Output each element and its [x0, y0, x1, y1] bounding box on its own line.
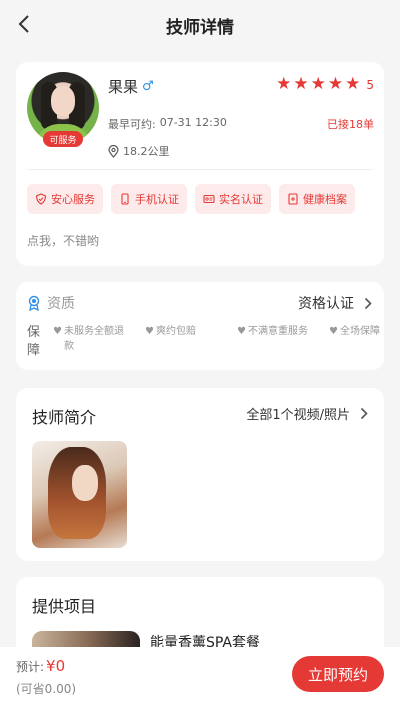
guarantee-list: 保障 ♥ 未服务全额退款 ♥ 爽约包赔 ♥ 不满意重服务 ♥ 全场保障 — [27, 324, 399, 360]
available-time: 07-31 12:30 — [159, 116, 227, 129]
earliest-available: 最早可约: 07-31 12:30 — [108, 116, 227, 132]
view-all-media-link[interactable]: 全部1个视频/照片 — [246, 404, 368, 423]
back-button[interactable] — [10, 10, 38, 38]
guarantee-item: ♥ 全场保障 — [329, 326, 380, 337]
page-title: 技师详情 — [166, 17, 234, 38]
heart-icon: ♥ — [53, 326, 62, 337]
gender-male-icon: ♂ — [142, 79, 154, 94]
intro-card: 技师简介 全部1个视频/照片 — [16, 388, 384, 561]
qualification-row[interactable]: 资质 资格认证 — [27, 293, 372, 313]
star-icon: ★ — [310, 74, 326, 94]
intro-title: 技师简介 — [32, 408, 97, 427]
id-card-icon — [203, 194, 215, 204]
medal-icon — [28, 295, 40, 311]
guarantee-item: ♥ 爽约包赔 — [145, 326, 196, 337]
star-icon: ★ — [276, 74, 292, 94]
back-icon — [18, 15, 29, 33]
heart-icon: ♥ — [329, 326, 338, 337]
chevron-right-icon — [360, 407, 368, 420]
badge-id-verified: 实名认证 — [195, 184, 271, 214]
divider — [27, 169, 373, 170]
savings: (可省0.00) — [16, 682, 77, 696]
certification-badges: 安心服务 手机认证 实名认证 健康档案 — [27, 184, 355, 214]
orders-served: 已接18单 — [327, 118, 374, 131]
guarantee-item: ♥ 未服务全额退款 — [53, 326, 124, 352]
profile-card: 可服务 果果 ♂ ★ ★ ★ ★ ★ 5 最早可约: 07-31 12:30 已… — [16, 62, 384, 266]
shield-icon — [35, 193, 47, 205]
qualification-cert-link[interactable]: 资格认证 — [298, 293, 354, 313]
badge-phone-verified: 手机认证 — [111, 184, 187, 214]
badge-health-record: 健康档案 — [279, 184, 355, 214]
bottom-bar: 预计: ¥0 (可省0.00) 立即预约 — [0, 647, 400, 711]
rating-score: 5 — [366, 77, 374, 92]
media-count-label: 全部1个视频/照片 — [246, 408, 350, 423]
tagline: 点我，不错哟 — [27, 234, 100, 248]
heart-icon: ♥ — [237, 326, 246, 337]
estimated-total: 预计: ¥0 — [16, 657, 65, 675]
guarantee-item: ♥ 不满意重服务 — [237, 326, 308, 337]
book-now-button[interactable]: 立即预约 — [292, 656, 384, 692]
phone-icon — [121, 193, 129, 205]
health-record-icon — [288, 193, 298, 205]
technician-name: 果果 — [108, 78, 139, 96]
available-label: 最早可约: — [108, 118, 156, 131]
name-row: 果果 ♂ — [108, 76, 154, 97]
items-title: 提供项目 — [32, 597, 97, 616]
badge-safe-service: 安心服务 — [27, 184, 103, 214]
top-bar: 技师详情 — [0, 0, 400, 50]
qualification-title: 资质 — [47, 296, 75, 312]
distance-value: 18.2公里 — [123, 145, 170, 158]
star-icon: ★ — [345, 74, 361, 94]
star-icon: ★ — [327, 74, 344, 94]
service-status-badge: 可服务 — [43, 131, 83, 147]
location-icon — [108, 144, 119, 158]
total-price: ¥0 — [46, 657, 66, 675]
guarantee-label: 保障 — [27, 325, 41, 358]
intro-photo[interactable] — [32, 441, 127, 548]
rating: ★ ★ ★ ★ ★ 5 — [276, 76, 374, 93]
total-label: 预计: — [16, 660, 45, 674]
chevron-right-icon — [364, 297, 372, 309]
heart-icon: ♥ — [145, 326, 154, 337]
distance: 18.2公里 — [108, 143, 170, 159]
qualification-card: 资质 资格认证 保障 ♥ 未服务全额退款 ♥ 爽约包赔 ♥ 不满意重服务 ♥ 全… — [16, 282, 384, 370]
star-icon: ★ — [293, 74, 309, 94]
